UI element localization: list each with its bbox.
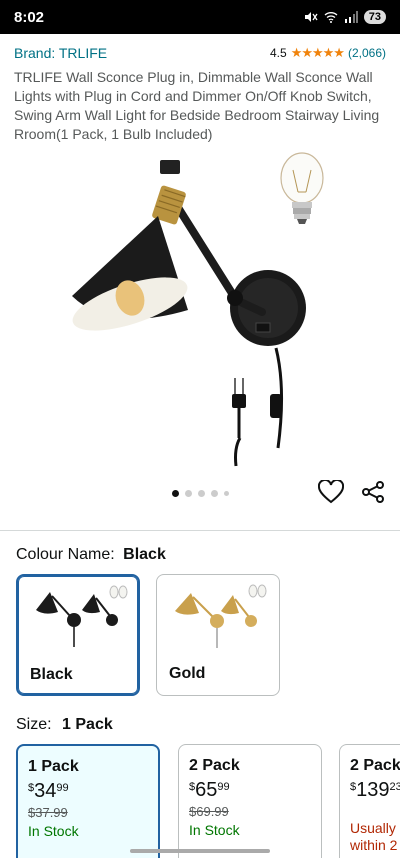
colour-option-black[interactable]: Black [16, 574, 140, 696]
size-option-name: 1 Pack [28, 758, 79, 775]
section-divider [0, 530, 400, 531]
product-image [72, 152, 324, 467]
share-icon[interactable] [361, 480, 385, 504]
black-lamp-thumbnail [36, 585, 128, 647]
size-label-text: Size: [16, 716, 52, 733]
colour-label: Colour Name: Black [16, 546, 166, 564]
colour-label-text: Colour Name: [16, 546, 115, 563]
brand-row: Brand: TRLIFE 4.5 ★★★★★ (2,066) [0, 34, 400, 64]
gallery-dot[interactable] [171, 490, 179, 497]
gold-lamp-thumbnail [175, 584, 267, 648]
brand-link[interactable]: Brand: TRLIFE [14, 45, 107, 61]
size-option-stock: In Stock [28, 823, 79, 839]
gallery-dot[interactable] [197, 490, 205, 497]
size-option-price: $3499 [28, 780, 69, 802]
battery-indicator: 73 [363, 10, 386, 24]
colour-selected-value: Black [123, 546, 166, 563]
wifi-icon [324, 12, 338, 23]
size-option-2-pack[interactable]: 2 Pack $6599 $69.99 In Stock [178, 744, 322, 858]
home-indicator[interactable] [130, 849, 270, 853]
bulb-illustration [280, 152, 324, 224]
status-bar: 8:02 73 [0, 0, 400, 34]
rating-value: 4.5 [270, 46, 287, 60]
colour-option-gold[interactable]: Gold [156, 574, 280, 696]
product-image-gallery[interactable] [0, 148, 400, 504]
size-option-price: $13923 [350, 779, 400, 801]
colour-option-name: Gold [169, 665, 206, 682]
status-time: 8:02 [14, 8, 45, 26]
gallery-dot[interactable] [184, 490, 192, 497]
rating-stars-icon: ★★★★★ [290, 45, 345, 60]
product-title: TRLIFE Wall Sconce Plug in, Dimmable Wal… [14, 69, 380, 142]
cord-plug-illustration [232, 347, 284, 467]
size-option-old-price: $37.99 [28, 805, 68, 820]
gallery-dot[interactable] [210, 490, 218, 497]
signal-icon [344, 11, 358, 23]
size-option-1-pack[interactable]: 1 Pack $3499 $37.99 In Stock [16, 744, 160, 858]
size-option-availability: Usually within 2 [350, 820, 398, 853]
size-option-name: 2 Pack [189, 757, 240, 774]
mute-icon [304, 12, 318, 22]
colour-option-name: Black [30, 666, 73, 683]
status-icons: 73 [304, 10, 386, 24]
size-option-name: 2 Pack [350, 757, 400, 774]
rating-count[interactable]: (2,066) [348, 46, 386, 60]
heart-icon[interactable] [318, 480, 344, 504]
size-option-2-pack-alt[interactable]: 2 Pack $13923 Usually within 2 [339, 744, 400, 858]
size-option-stock: In Stock [189, 822, 240, 838]
size-label: Size: 1 Pack [16, 716, 113, 734]
rating-summary[interactable]: 4.5 ★★★★★ (2,066) [270, 45, 386, 61]
gallery-dot[interactable] [223, 491, 229, 496]
size-selected-value: 1 Pack [62, 716, 113, 733]
size-option-old-price: $69.99 [189, 804, 229, 819]
size-option-price: $6599 [189, 779, 230, 801]
